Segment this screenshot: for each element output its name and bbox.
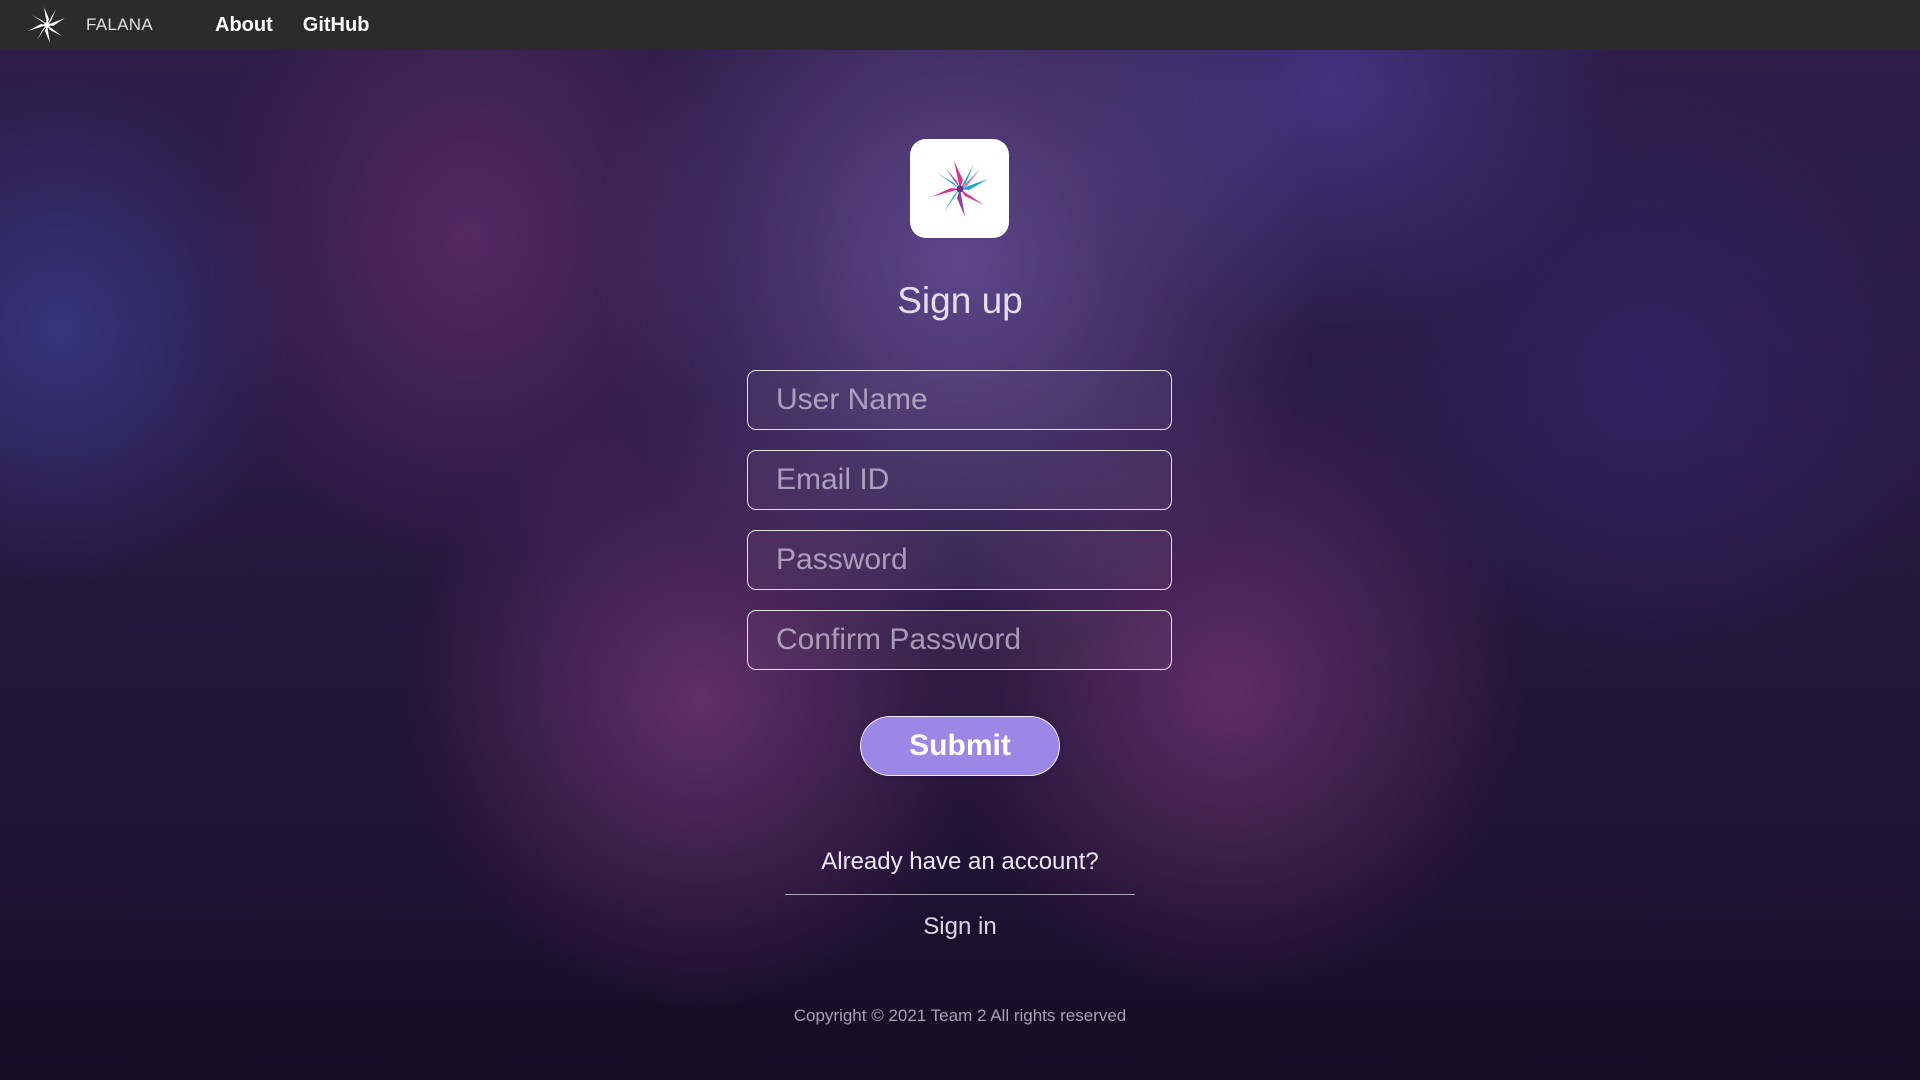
submit-button[interactable]: Submit bbox=[860, 716, 1060, 776]
signup-form: Sign up Submit Already have an account? … bbox=[0, 0, 1920, 1080]
falana-flower-logo-icon bbox=[930, 160, 988, 217]
copyright-text: Copyright © 2021 Team 2 All rights reser… bbox=[793, 1006, 1127, 1025]
divider bbox=[785, 894, 1135, 895]
sign-in-link[interactable]: Sign in bbox=[860, 913, 1060, 941]
confirm-password-field[interactable] bbox=[747, 610, 1172, 670]
app-logo bbox=[910, 139, 1009, 238]
email-field[interactable] bbox=[747, 450, 1172, 510]
already-have-account-text: Already have an account? bbox=[821, 848, 1099, 875]
password-field[interactable] bbox=[747, 530, 1172, 590]
page-title: Sign up bbox=[897, 280, 1023, 321]
username-field[interactable] bbox=[747, 370, 1172, 430]
